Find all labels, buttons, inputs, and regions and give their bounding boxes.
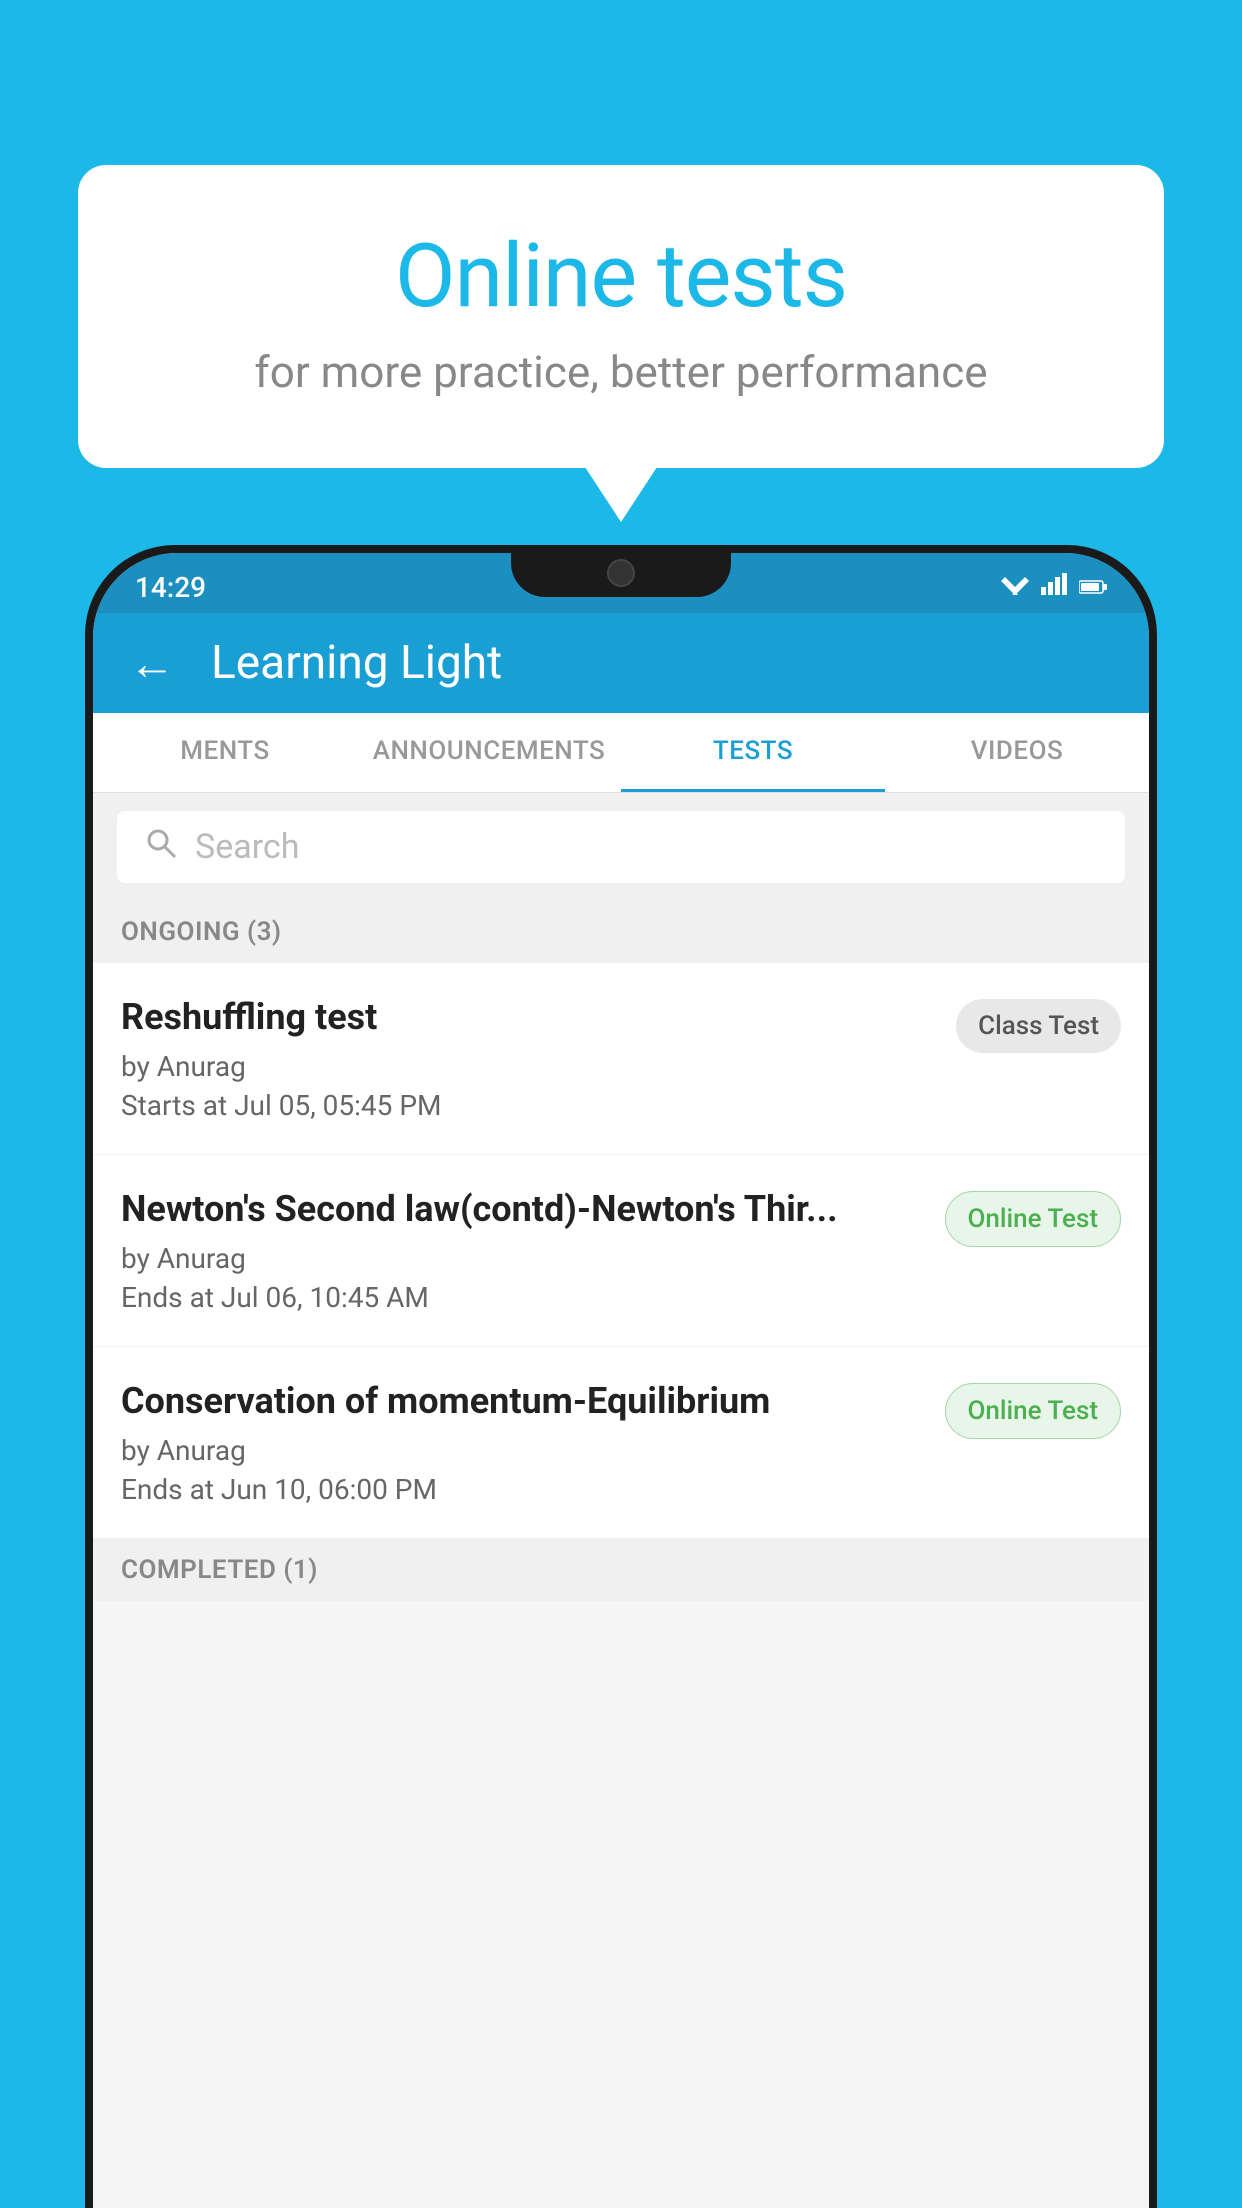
test-badge-online: Online Test	[945, 1191, 1122, 1247]
test-list: Reshuffling test by Anurag Starts at Jul…	[93, 963, 1149, 1539]
search-icon	[145, 827, 177, 868]
test-by: by Anurag	[121, 1242, 925, 1275]
status-icons	[1001, 573, 1107, 601]
test-item[interactable]: Reshuffling test by Anurag Starts at Jul…	[93, 963, 1149, 1155]
test-by: by Anurag	[121, 1050, 936, 1083]
search-container: Search	[93, 793, 1149, 901]
test-name: Newton's Second law(contd)-Newton's Thir…	[121, 1187, 925, 1232]
test-name: Conservation of momentum-Equilibrium	[121, 1379, 925, 1424]
test-info: Newton's Second law(contd)-Newton's Thir…	[121, 1187, 925, 1314]
test-info: Conservation of momentum-Equilibrium by …	[121, 1379, 925, 1506]
test-time: Ends at Jul 06, 10:45 AM	[121, 1281, 925, 1314]
tabs-container: MENTS ANNOUNCEMENTS TESTS VIDEOS	[93, 713, 1149, 793]
search-placeholder: Search	[195, 827, 299, 867]
test-info: Reshuffling test by Anurag Starts at Jul…	[121, 995, 936, 1122]
test-name: Reshuffling test	[121, 995, 936, 1040]
phone-frame: 14:29	[85, 545, 1157, 2208]
test-by: by Anurag	[121, 1434, 925, 1467]
test-item[interactable]: Newton's Second law(contd)-Newton's Thir…	[93, 1155, 1149, 1347]
section-ongoing-header: ONGOING (3)	[93, 901, 1149, 963]
tab-ments[interactable]: MENTS	[93, 713, 357, 792]
app-title: Learning Light	[211, 636, 502, 690]
bubble-title: Online tests	[158, 225, 1084, 328]
back-button[interactable]: ←	[129, 636, 175, 691]
tab-announcements[interactable]: ANNOUNCEMENTS	[357, 713, 621, 792]
phone-screen: 14:29	[93, 553, 1149, 2208]
phone-notch	[511, 545, 731, 597]
tab-videos[interactable]: VIDEOS	[885, 713, 1149, 792]
speech-bubble: Online tests for more practice, better p…	[78, 165, 1164, 468]
app-bar: ← Learning Light	[93, 613, 1149, 713]
section-completed-header: COMPLETED (1)	[93, 1539, 1149, 1601]
front-camera	[607, 559, 635, 587]
wifi-icon	[1001, 573, 1029, 601]
status-time: 14:29	[135, 571, 206, 604]
test-time: Ends at Jun 10, 06:00 PM	[121, 1473, 925, 1506]
tab-tests[interactable]: TESTS	[621, 713, 885, 792]
test-badge-online: Online Test	[945, 1383, 1122, 1439]
test-item[interactable]: Conservation of momentum-Equilibrium by …	[93, 1347, 1149, 1539]
test-badge-class: Class Test	[956, 999, 1121, 1053]
battery-icon	[1079, 573, 1107, 601]
signal-icon	[1041, 573, 1067, 601]
test-time: Starts at Jul 05, 05:45 PM	[121, 1089, 936, 1122]
bubble-subtitle: for more practice, better performance	[158, 346, 1084, 398]
search-bar[interactable]: Search	[117, 811, 1125, 883]
